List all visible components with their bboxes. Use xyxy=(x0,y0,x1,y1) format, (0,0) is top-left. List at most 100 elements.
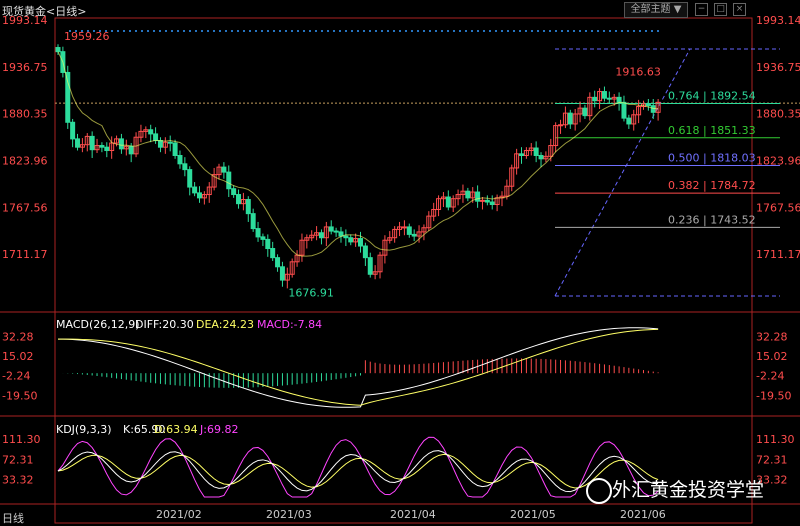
marker-dot xyxy=(591,30,593,32)
candle-body xyxy=(75,138,81,148)
marker-dot xyxy=(429,30,431,32)
candle-body xyxy=(318,232,324,239)
candle-body xyxy=(182,163,188,171)
fib-trend-line xyxy=(554,48,691,297)
candle-body xyxy=(167,141,173,144)
marker-dot xyxy=(141,30,143,32)
close-icon[interactable]: × xyxy=(733,3,746,16)
marker-dot xyxy=(393,30,395,32)
macd-tick-left: -19.50 xyxy=(2,389,37,402)
kdj-d-label: D:63.94 xyxy=(154,423,198,436)
macd-params: MACD(26,12,9) xyxy=(56,318,140,331)
minimize-icon[interactable]: − xyxy=(695,3,708,16)
marker-dot xyxy=(225,30,227,32)
marker-dot xyxy=(435,30,437,32)
macd-tick-right: 15.02 xyxy=(756,350,788,363)
candle-body xyxy=(279,266,285,281)
macd-tick-right: -2.24 xyxy=(756,370,784,383)
marker-dot xyxy=(369,30,371,32)
price-annotation: 1916.63 xyxy=(615,66,661,79)
kdj-params: KDJ(9,3,3) xyxy=(56,423,112,436)
marker-dot xyxy=(483,30,485,32)
macd-value-label: MACD:-7.84 xyxy=(257,318,323,331)
candle-body xyxy=(606,97,612,100)
marker-dot xyxy=(237,30,239,32)
candle-body xyxy=(148,129,154,135)
marker-dot xyxy=(117,30,119,32)
marker-dot xyxy=(189,30,191,32)
marker-dot xyxy=(297,30,299,32)
marker-dot xyxy=(399,30,401,32)
candlestick-series: 1959.26 1676.91 1916.63 xyxy=(55,30,661,300)
marker-dot xyxy=(291,30,293,32)
price-annotation: 1676.91 xyxy=(288,287,334,300)
marker-dot xyxy=(135,30,137,32)
candle-body xyxy=(196,192,202,199)
candle-body xyxy=(65,71,71,123)
marker-dot xyxy=(345,30,347,32)
date-tick: 2021/05 xyxy=(510,508,556,521)
marker-dot xyxy=(519,30,521,32)
kdj-tick-left: 33.32 xyxy=(2,474,34,487)
marker-dot xyxy=(573,30,575,32)
marker-dot xyxy=(453,30,455,32)
marker-dot xyxy=(603,30,605,32)
marker-dot xyxy=(321,30,323,32)
kdj-tick-right: 72.31 xyxy=(756,453,788,466)
macd-dea-label: DEA:24.23 xyxy=(196,318,254,331)
candle-body xyxy=(445,196,451,208)
watermark-text: 外汇黄金投资学堂 xyxy=(612,479,765,501)
price-tick-left: 1767.56 xyxy=(2,201,48,214)
candle-body xyxy=(519,153,525,156)
theme-select-button[interactable]: 全部主题 ▼ xyxy=(624,2,688,18)
marker-dot xyxy=(309,30,311,32)
candle-body xyxy=(338,231,344,237)
candle-body xyxy=(626,117,632,125)
marker-dot xyxy=(147,30,149,32)
candle-body xyxy=(255,228,261,238)
marker-dot xyxy=(195,30,197,32)
kdj-tick-left: 72.31 xyxy=(2,453,34,466)
marker-dot xyxy=(171,30,173,32)
marker-dot xyxy=(261,30,263,32)
price-tick-right: 1936.75 xyxy=(756,61,800,74)
candle-body xyxy=(250,213,256,230)
marker-dot xyxy=(165,30,167,32)
candle-body xyxy=(270,248,276,259)
marker-dot xyxy=(339,30,341,32)
kdj-tick-right: 111.30 xyxy=(756,433,795,446)
marker-dot xyxy=(129,30,131,32)
marker-dot xyxy=(387,30,389,32)
marker-dot xyxy=(537,30,539,32)
marker-dot xyxy=(585,30,587,32)
candle-body xyxy=(484,199,490,203)
candle-body xyxy=(157,140,163,148)
marker-dot xyxy=(615,30,617,32)
marker-dot xyxy=(531,30,533,32)
date-tick: 2021/02 xyxy=(156,508,202,521)
candle-body xyxy=(479,199,485,202)
fib-level-label: 0.500 | 1818.03 xyxy=(668,151,756,164)
candle-body xyxy=(567,112,573,125)
candle-body xyxy=(245,199,251,215)
candle-body xyxy=(465,190,471,199)
wechat-icon xyxy=(586,478,612,504)
marker-dot xyxy=(477,30,479,32)
candle-body xyxy=(70,121,76,140)
candle-body xyxy=(221,166,227,173)
candle-body xyxy=(475,191,481,202)
marker-dot xyxy=(255,30,257,32)
marker-dot xyxy=(231,30,233,32)
macd-tick-left: 32.28 xyxy=(2,331,34,344)
candle-body xyxy=(406,226,412,235)
candle-body xyxy=(411,233,417,237)
macd-tick-right: 32.28 xyxy=(756,331,788,344)
marker-dot xyxy=(633,30,635,32)
marker-dot xyxy=(561,30,563,32)
marker-dot xyxy=(285,30,287,32)
marker-dot xyxy=(357,30,359,32)
price-tick-left: 1936.75 xyxy=(2,61,48,74)
kdj-j-line xyxy=(57,436,659,498)
marker-dot xyxy=(159,30,161,32)
restore-icon[interactable]: □ xyxy=(714,3,727,16)
